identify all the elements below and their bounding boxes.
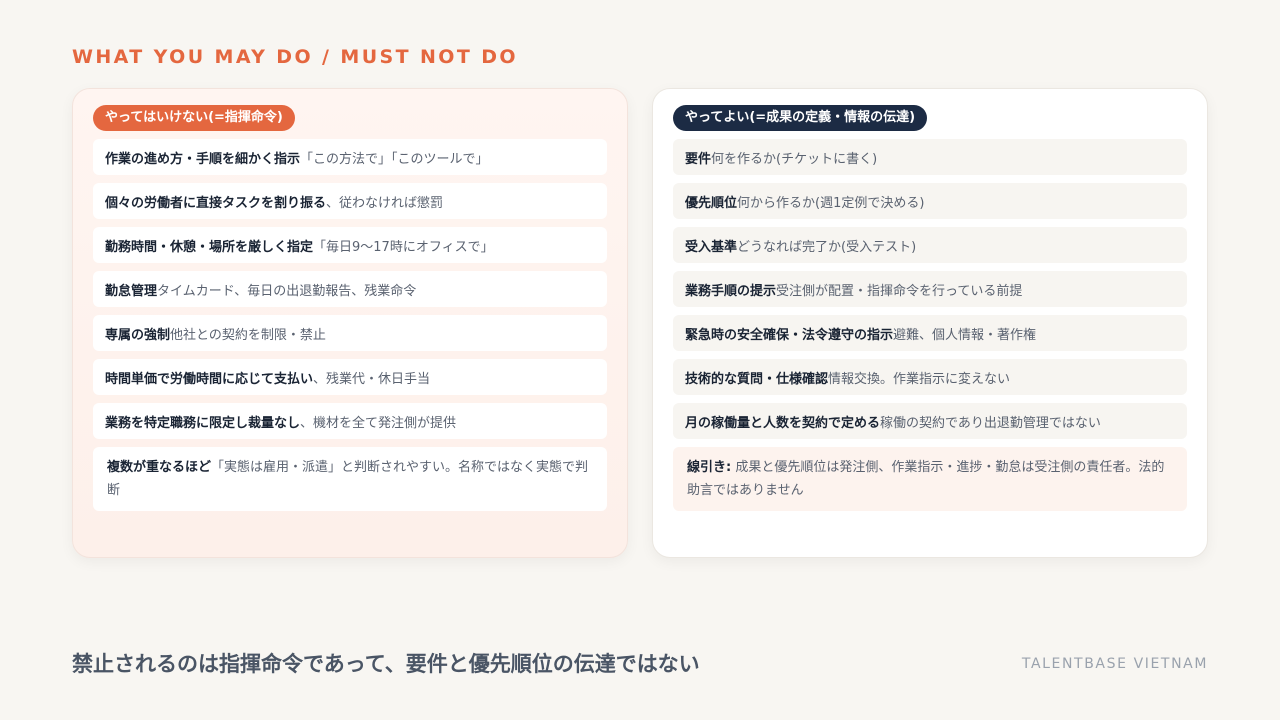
item-title: 受入基準 bbox=[685, 239, 738, 255]
list-item: 業務手順の提示 受注側が配置・指揮命令を行っている前提 bbox=[673, 271, 1187, 307]
item-title: 要件 bbox=[685, 151, 712, 167]
item-title: 業務を特定職務に限定し裁量なし bbox=[105, 415, 301, 431]
list-item: 要件 何を作るか(チケットに書く) bbox=[673, 139, 1187, 175]
list-item: 業務を特定職務に限定し裁量なし 、機材を全て発注側が提供 bbox=[93, 403, 607, 439]
list-item: 専属の強制 他社との契約を制限・禁止 bbox=[93, 315, 607, 351]
item-title: 専属の強制 bbox=[105, 327, 171, 343]
note-detail: 成果と優先順位は発注側、作業指示・進捗・勤怠は受注側の責任者。法的助言ではありま… bbox=[687, 460, 1165, 498]
must-not-do-card: やってはいけない(=指揮命令) 作業の進め方・手順を細かく指示 「この方法で」「こ… bbox=[72, 88, 628, 558]
item-detail: 何から作るか(週1定例で決める) bbox=[737, 195, 925, 211]
item-detail: タイムカード、毎日の出退勤報告、残業命令 bbox=[157, 283, 417, 299]
boundary-note: 線引き: 成果と優先順位は発注側、作業指示・進捗・勤怠は受注側の責任者。法的助言… bbox=[673, 447, 1187, 511]
list-item: 受入基準 どうなれば完了か(受入テスト) bbox=[673, 227, 1187, 263]
brand-name: TALENTBASE VIETNAM bbox=[1021, 656, 1208, 672]
item-detail: 避難、個人情報・著作権 bbox=[893, 327, 1037, 343]
item-title: 優先順位 bbox=[685, 195, 738, 211]
item-detail: 他社との契約を制限・禁止 bbox=[170, 327, 326, 343]
item-title: 月の稼働量と人数を契約で定める bbox=[685, 415, 881, 431]
may-do-card: やってよい(=成果の定義・情報の伝達) 要件 何を作るか(チケットに書く) 優先… bbox=[652, 88, 1208, 558]
list-item: 月の稼働量と人数を契約で定める 稼働の契約であり出退勤管理ではない bbox=[673, 403, 1187, 439]
item-detail: 「毎日9〜17時にオフィスで」 bbox=[313, 239, 494, 255]
item-detail: 何を作るか(チケットに書く) bbox=[711, 151, 878, 167]
item-title: 個々の労働者に直接タスクを割り振る bbox=[105, 195, 327, 211]
item-title: 作業の進め方・手順を細かく指示 bbox=[105, 151, 301, 167]
list-item: 勤務時間・休憩・場所を厳しく指定 「毎日9〜17時にオフィスで」 bbox=[93, 227, 607, 263]
item-detail: 、機材を全て発注側が提供 bbox=[300, 415, 457, 431]
note-title: 線引き: bbox=[687, 460, 732, 475]
list-item: 作業の進め方・手順を細かく指示 「この方法で」「このツールで」 bbox=[93, 139, 607, 175]
item-title: 業務手順の提示 bbox=[685, 283, 777, 299]
may-do-badge: やってよい(=成果の定義・情報の伝達) bbox=[673, 105, 928, 131]
item-title: 勤務時間・休憩・場所を厳しく指定 bbox=[105, 239, 314, 255]
item-detail: どうなれば完了か(受入テスト) bbox=[737, 239, 917, 255]
item-detail: 情報交換。作業指示に変えない bbox=[828, 371, 1011, 387]
must-not-do-list: 作業の進め方・手順を細かく指示 「この方法で」「このツールで」 個々の労働者に直接… bbox=[93, 139, 607, 511]
item-title: 時間単価で労働時間に応じて支払い bbox=[105, 371, 314, 387]
item-title: 勤怠管理 bbox=[105, 283, 158, 299]
list-item: 緊急時の安全確保・法令遵守の指示 避難、個人情報・著作権 bbox=[673, 315, 1187, 351]
item-detail: 、残業代・休日手当 bbox=[313, 371, 431, 387]
list-item: 優先順位 何から作るか(週1定例で決める) bbox=[673, 183, 1187, 219]
list-item: 個々の労働者に直接タスクを割り振る 、従わなければ懲罰 bbox=[93, 183, 607, 219]
key-message: 禁止されるのは指揮命令であって、要件と優先順位の伝達ではない bbox=[72, 652, 700, 676]
item-detail: 稼働の契約であり出退勤管理ではない bbox=[880, 415, 1101, 431]
list-item: 時間単価で労働時間に応じて支払い 、残業代・休日手当 bbox=[93, 359, 607, 395]
item-detail: 受注側が配置・指揮命令を行っている前提 bbox=[776, 283, 1023, 299]
item-detail: 、従わなければ懲罰 bbox=[326, 195, 444, 211]
item-title: 技術的な質問・仕様確認 bbox=[685, 371, 829, 387]
list-item: 技術的な質問・仕様確認 情報交換。作業指示に変えない bbox=[673, 359, 1187, 395]
item-title: 緊急時の安全確保・法令遵守の指示 bbox=[685, 327, 894, 343]
must-not-do-badge: やってはいけない(=指揮命令) bbox=[93, 105, 295, 131]
list-item: 勤怠管理 タイムカード、毎日の出退勤報告、残業命令 bbox=[93, 271, 607, 307]
may-do-list: 要件 何を作るか(チケットに書く) 優先順位 何から作るか(週1定例で決める) … bbox=[673, 139, 1187, 511]
item-detail: 「この方法で」「このツールで」 bbox=[300, 151, 489, 167]
section-eyebrow: WHAT YOU MAY DO / MUST NOT DO bbox=[72, 46, 518, 68]
note-title: 複数が重なるほど bbox=[107, 460, 212, 475]
summary-note: 複数が重なるほど「実態は雇用・派遣」と判断されやすい。名称ではなく実態で判断 bbox=[93, 447, 607, 511]
